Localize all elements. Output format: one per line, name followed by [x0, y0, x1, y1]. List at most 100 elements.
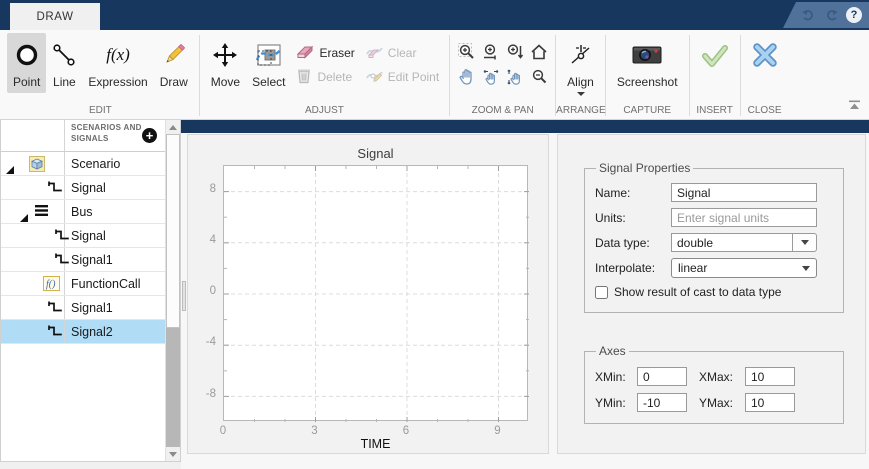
signal-properties-title: Signal Properties — [599, 161, 691, 175]
clear-icon — [365, 44, 383, 63]
eraser-button[interactable]: Eraser — [291, 41, 359, 65]
ymin-input[interactable] — [637, 393, 687, 412]
tree-row-scenario[interactable]: Scenario — [1, 152, 166, 176]
scrollbar-thumb[interactable] — [166, 134, 180, 328]
zoom-in-time-icon[interactable] — [479, 40, 502, 64]
signal-step-icon — [47, 300, 63, 314]
eraser-icon — [296, 44, 314, 63]
tree-row-signal[interactable]: Signal — [1, 176, 166, 200]
signal-plot-panel: Signal 8 4 0 -4 -8 0 3 6 9 TIME — [187, 134, 549, 454]
check-icon — [701, 38, 729, 72]
xmax-input[interactable] — [745, 367, 795, 386]
tree-row-signal2[interactable]: Signal2 — [1, 320, 166, 344]
tree-row-bus-signal1[interactable]: Signal1 — [1, 248, 166, 272]
ribbon-group-adjust: Move Select Eraser Delete Clear Edit Poi… — [200, 30, 449, 119]
signal-properties-group: Signal Properties Name: Units: Data type… — [584, 161, 844, 313]
draw-button[interactable]: Draw — [154, 33, 194, 93]
tab-draw[interactable]: DRAW — [10, 3, 100, 30]
zoom-pan-grid — [455, 33, 550, 89]
svg-text:f(): f() — [46, 279, 56, 290]
pan-icon[interactable] — [455, 65, 478, 89]
align-button[interactable]: Align — [561, 33, 600, 100]
pan-y-icon[interactable] — [503, 65, 526, 89]
expression-button[interactable]: f(x) Expression — [82, 33, 153, 93]
zoom-out-icon[interactable] — [527, 65, 550, 89]
units-input[interactable] — [671, 208, 817, 227]
ymax-label: YMax: — [699, 395, 734, 410]
redo-icon[interactable] — [823, 7, 839, 23]
move-button[interactable]: Move — [205, 33, 246, 93]
cast-checkbox-label[interactable]: Show result of cast to data type — [614, 285, 781, 299]
quick-access-toolbar: ? — [783, 2, 869, 28]
edit-point-icon — [365, 68, 383, 87]
function-call-icon: f() — [43, 276, 60, 291]
interpolate-combo[interactable]: linear — [671, 258, 817, 278]
edit-point-button[interactable]: Edit Point — [360, 65, 444, 89]
plot-axes[interactable] — [223, 165, 529, 422]
scroll-up-button[interactable] — [166, 120, 180, 134]
y-tick-label: 0 — [209, 285, 216, 297]
close-x-icon — [752, 38, 778, 72]
xmin-input[interactable] — [637, 367, 687, 386]
data-type-combo[interactable]: double — [671, 233, 817, 252]
screenshot-button[interactable]: Screenshot — [611, 33, 684, 93]
undo-icon[interactable] — [800, 7, 816, 23]
x-tick-label: 0 — [219, 425, 227, 437]
properties-panel: Signal Properties Name: Units: Data type… — [557, 134, 866, 454]
document-area: Signal 8 4 0 -4 -8 0 3 6 9 TIME Signal P… — [181, 120, 869, 469]
help-button[interactable]: ? — [846, 7, 862, 23]
ribbon-group-insert: INSERT — [690, 30, 740, 119]
panel-splitter-grip[interactable] — [182, 281, 186, 311]
clear-button[interactable]: Clear — [360, 41, 444, 65]
scrollbar-track[interactable] — [166, 328, 180, 447]
pan-x-icon[interactable] — [479, 65, 502, 89]
ribbon-group-zoom-pan: ZOOM & PAN — [450, 30, 555, 119]
delete-button[interactable]: Delete — [291, 65, 359, 89]
home-icon[interactable] — [527, 40, 550, 64]
ymax-input[interactable] — [745, 393, 795, 412]
pencil-icon — [161, 38, 187, 72]
zoom-in-icon[interactable] — [455, 40, 478, 64]
tree-scrollbar — [165, 120, 180, 461]
signal-step-icon — [54, 228, 70, 242]
xmax-label: XMax: — [699, 369, 734, 384]
ymin-label: YMin: — [595, 395, 626, 410]
signal-editor-window: DRAW ? Point Line f(x) Expression Draw E… — [0, 0, 869, 469]
y-tick-label: -4 — [205, 336, 216, 348]
interpolate-dropdown-caret — [802, 265, 810, 271]
zoom-in-y-icon[interactable] — [503, 40, 526, 64]
line-icon — [52, 38, 76, 72]
plot-title: Signal — [357, 146, 394, 161]
tree-row-bus[interactable]: Bus — [1, 200, 166, 224]
tree-row-bus-signal[interactable]: Signal — [1, 224, 166, 248]
interpolate-label: Interpolate: — [595, 261, 656, 275]
ribbon-group-edit: Point Line f(x) Expression Draw EDIT — [2, 30, 199, 119]
scenarios-signals-panel: SCENARIOS AND SIGNALS + Scenario Signal — [0, 120, 181, 462]
line-button[interactable]: Line — [46, 33, 82, 93]
name-input[interactable] — [671, 183, 817, 202]
select-button[interactable]: Select — [246, 33, 291, 93]
data-type-dropdown-button[interactable] — [793, 233, 817, 252]
close-button[interactable] — [746, 33, 784, 76]
scenario-cube-icon — [29, 156, 45, 172]
insert-button[interactable] — [695, 33, 735, 76]
main-area: SCENARIOS AND SIGNALS + Scenario Signal — [0, 120, 869, 469]
point-button[interactable]: Point — [7, 33, 47, 93]
ribbon-toolbar: Point Line f(x) Expression Draw EDIT Mov… — [0, 30, 869, 120]
x-axis-label: TIME — [360, 437, 391, 451]
scroll-down-button[interactable] — [166, 447, 180, 461]
trash-icon — [296, 67, 312, 87]
align-dropdown-caret — [576, 92, 585, 96]
add-signal-button[interactable]: + — [142, 128, 158, 143]
tree-row-functioncall[interactable]: f() FunctionCall — [1, 272, 166, 296]
document-header-bar — [181, 120, 869, 133]
units-label: Units: — [595, 210, 626, 225]
y-tick-label: -8 — [205, 388, 216, 400]
cast-checkbox[interactable] — [595, 285, 608, 299]
x-tick-label: 3 — [311, 425, 318, 437]
document-body: Signal 8 4 0 -4 -8 0 3 6 9 TIME Signal P… — [181, 133, 869, 469]
plot-grid — [224, 166, 529, 422]
collapse-ribbon-button[interactable] — [848, 97, 861, 115]
axes-group: Axes XMin: XMax: YMin: YMax: — [584, 344, 844, 424]
tree-row-signal1[interactable]: Signal1 — [1, 296, 166, 320]
